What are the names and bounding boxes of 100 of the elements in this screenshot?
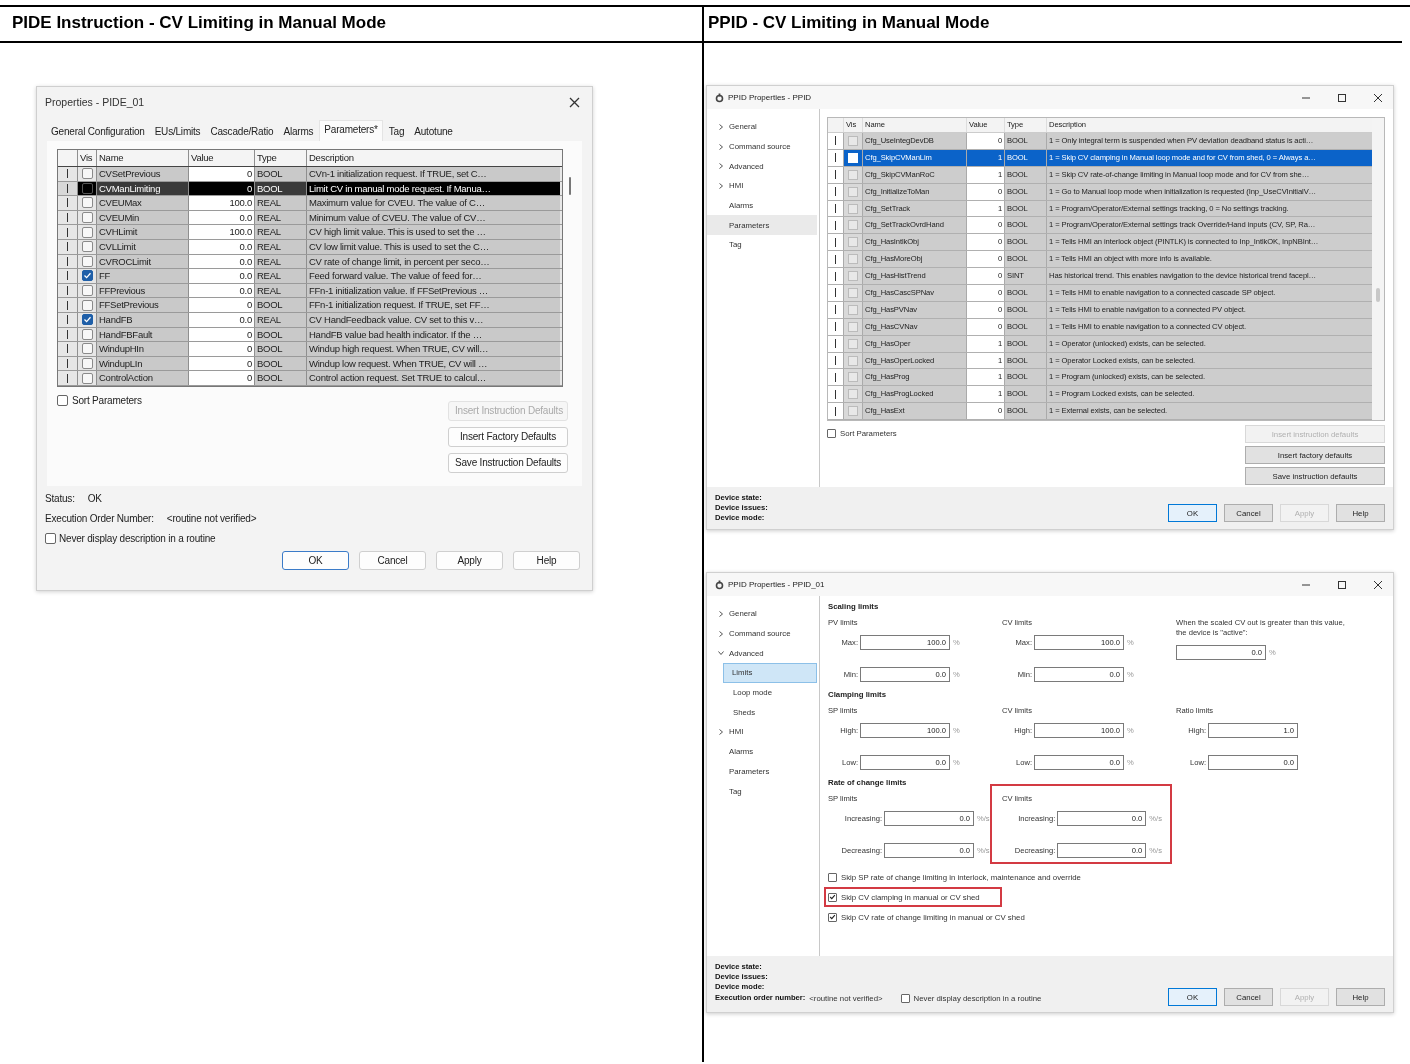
table-row[interactable]: CVEUMin 0.0 REAL Minimum value of CVEU. The value of CV…: [58, 210, 562, 226]
checkbox[interactable]: [827, 428, 836, 438]
table-row[interactable]: HandFB 0.0 REAL CV HandFeedback value. CV set to this v…: [58, 312, 562, 328]
checkbox[interactable]: [81, 226, 93, 238]
tab[interactable]: General Configuration: [47, 123, 149, 141]
table-row[interactable]: CVManLimiting 0 BOOL Limit CV in manual mode request. If Manua…: [58, 181, 562, 197]
checkbox[interactable]: [848, 271, 858, 282]
checkbox[interactable]: [81, 182, 93, 194]
table-row[interactable]: ControlAction 0 BOOL Control action request. Set TRUE to calcul…: [58, 371, 562, 386]
table-row[interactable]: FF 0.0 REAL Feed forward value. The value of feed for…: [58, 269, 562, 284]
checkbox[interactable]: [848, 135, 858, 146]
checkbox[interactable]: [81, 358, 93, 369]
maximize-icon[interactable]: [1337, 92, 1347, 103]
checkbox[interactable]: [81, 343, 93, 355]
row-marker-icon: [834, 356, 837, 365]
checkbox[interactable]: [900, 993, 910, 1003]
checkbox-label[interactable]: Sort Parameters: [72, 395, 142, 407]
checkbox[interactable]: [848, 254, 858, 265]
table-cell: BOOL: [255, 298, 307, 312]
tab[interactable]: Tag: [384, 123, 409, 141]
button[interactable]: Apply: [436, 551, 503, 570]
table-row[interactable]: CVHLimit 100.0 REAL CV high limit value. This is used to set the …: [58, 225, 562, 240]
table-cell: WindupHIn: [97, 342, 189, 356]
chevron-icon[interactable]: [718, 630, 724, 637]
table-cell[interactable]: 0: [189, 342, 255, 356]
checkbox[interactable]: [57, 395, 68, 407]
checkbox[interactable]: [81, 241, 93, 253]
table-row[interactable]: CVROCLimit 0.0 REAL CV rate of change limit, in percent per seco…: [58, 254, 562, 270]
checkbox[interactable]: [848, 372, 858, 383]
checkbox[interactable]: [848, 389, 858, 400]
chevron-icon[interactable]: [718, 650, 724, 657]
chevron-icon[interactable]: [718, 163, 724, 170]
chevron-icon[interactable]: [718, 143, 724, 150]
checkbox-label[interactable]: Never display description in a routine: [59, 532, 216, 544]
button[interactable]: Help: [513, 551, 580, 570]
checkbox[interactable]: [81, 372, 93, 384]
checkbox[interactable]: [848, 186, 858, 197]
table-cell[interactable]: 0.0: [189, 269, 255, 283]
checkbox[interactable]: [81, 285, 93, 297]
table-row[interactable]: WindupLIn 0 BOOL Windup low request. When TRUE, CV will …: [58, 356, 562, 372]
row-marker-icon: [834, 271, 837, 281]
chevron-icon[interactable]: [718, 123, 724, 130]
table-row[interactable]: CVSetPrevious 0 BOOL CVn-1 initialization request. If TRUE, set C…: [58, 167, 562, 182]
tab[interactable]: Parameters*: [319, 120, 383, 141]
close-icon[interactable]: [569, 96, 580, 108]
table-row[interactable]: WindupHIn 0 BOOL Windup high request. When TRUE, CV will…: [58, 342, 562, 357]
table-row[interactable]: HandFBFault 0 BOOL HandFB value bad health indicator. If the …: [58, 327, 562, 343]
chevron-icon[interactable]: [718, 610, 724, 617]
table-cell[interactable]: 0: [189, 167, 255, 181]
chevron-icon[interactable]: [718, 182, 724, 189]
checkbox[interactable]: [45, 532, 56, 544]
checkbox[interactable]: [848, 203, 858, 214]
button[interactable]: Save Instruction Defaults: [448, 452, 568, 473]
table-cell[interactable]: 100.0: [189, 225, 255, 239]
button[interactable]: OK: [282, 551, 349, 570]
table-row[interactable]: CVEUMax 100.0 REAL Maximum value for CVEU. The value of C…: [58, 196, 562, 211]
table-cell: CVHLimit: [97, 225, 189, 239]
checkbox[interactable]: [81, 328, 93, 340]
button[interactable]: Cancel: [359, 551, 426, 570]
checkbox[interactable]: [848, 287, 858, 298]
checkbox[interactable]: [848, 169, 858, 180]
table-row[interactable]: CVLLimit 0.0 REAL CV low limit value. This is used to set the C…: [58, 239, 562, 255]
table-row[interactable]: FFSetPrevious 0 BOOL FFn-1 initialization request. If TRUE, set FF…: [58, 298, 562, 313]
table-cell[interactable]: 0: [189, 298, 255, 312]
table-cell[interactable]: 100.0: [189, 196, 255, 210]
checkbox[interactable]: [848, 321, 858, 332]
checkbox[interactable]: [81, 255, 93, 267]
checkbox[interactable]: [848, 220, 858, 231]
checkbox[interactable]: [81, 299, 93, 311]
tab[interactable]: Autotune: [410, 123, 457, 141]
table-row[interactable]: FFPrevious 0.0 REAL FFn-1 initialization value. If FFSetPrevious …: [58, 283, 562, 299]
checkbox[interactable]: [848, 304, 858, 315]
close-icon[interactable]: [1373, 579, 1383, 590]
checkbox[interactable]: [828, 872, 837, 882]
checkbox[interactable]: [828, 892, 837, 902]
checkbox[interactable]: [81, 314, 93, 326]
column-header[interactable]: Name: [97, 150, 189, 166]
checkbox[interactable]: [848, 355, 858, 366]
checkbox[interactable]: [828, 912, 837, 922]
scrollbar[interactable]: [1372, 118, 1384, 421]
tab[interactable]: EUs/Limits: [150, 123, 205, 141]
row-marker-icon: [834, 136, 837, 146]
checkbox[interactable]: [81, 212, 93, 224]
tab[interactable]: Cascade/Ratio: [206, 123, 278, 141]
table-cell[interactable]: 0: [189, 371, 255, 385]
checkbox[interactable]: [848, 338, 858, 349]
column-header[interactable]: Vis: [78, 150, 97, 166]
chevron-icon[interactable]: [718, 728, 724, 735]
tab[interactable]: Alarms: [279, 123, 318, 141]
checkbox[interactable]: [81, 270, 93, 282]
button[interactable]: Insert Factory Defaults: [448, 426, 568, 447]
checkbox[interactable]: [848, 237, 858, 248]
close-icon[interactable]: [1373, 92, 1383, 103]
scrollbar[interactable]: [569, 177, 571, 195]
checkbox[interactable]: [848, 406, 858, 417]
checkbox[interactable]: [81, 168, 93, 180]
maximize-icon[interactable]: [1337, 579, 1347, 590]
column-header[interactable]: Value: [189, 150, 255, 166]
column-header[interactable]: Type: [255, 150, 307, 166]
checkbox[interactable]: [81, 197, 93, 209]
